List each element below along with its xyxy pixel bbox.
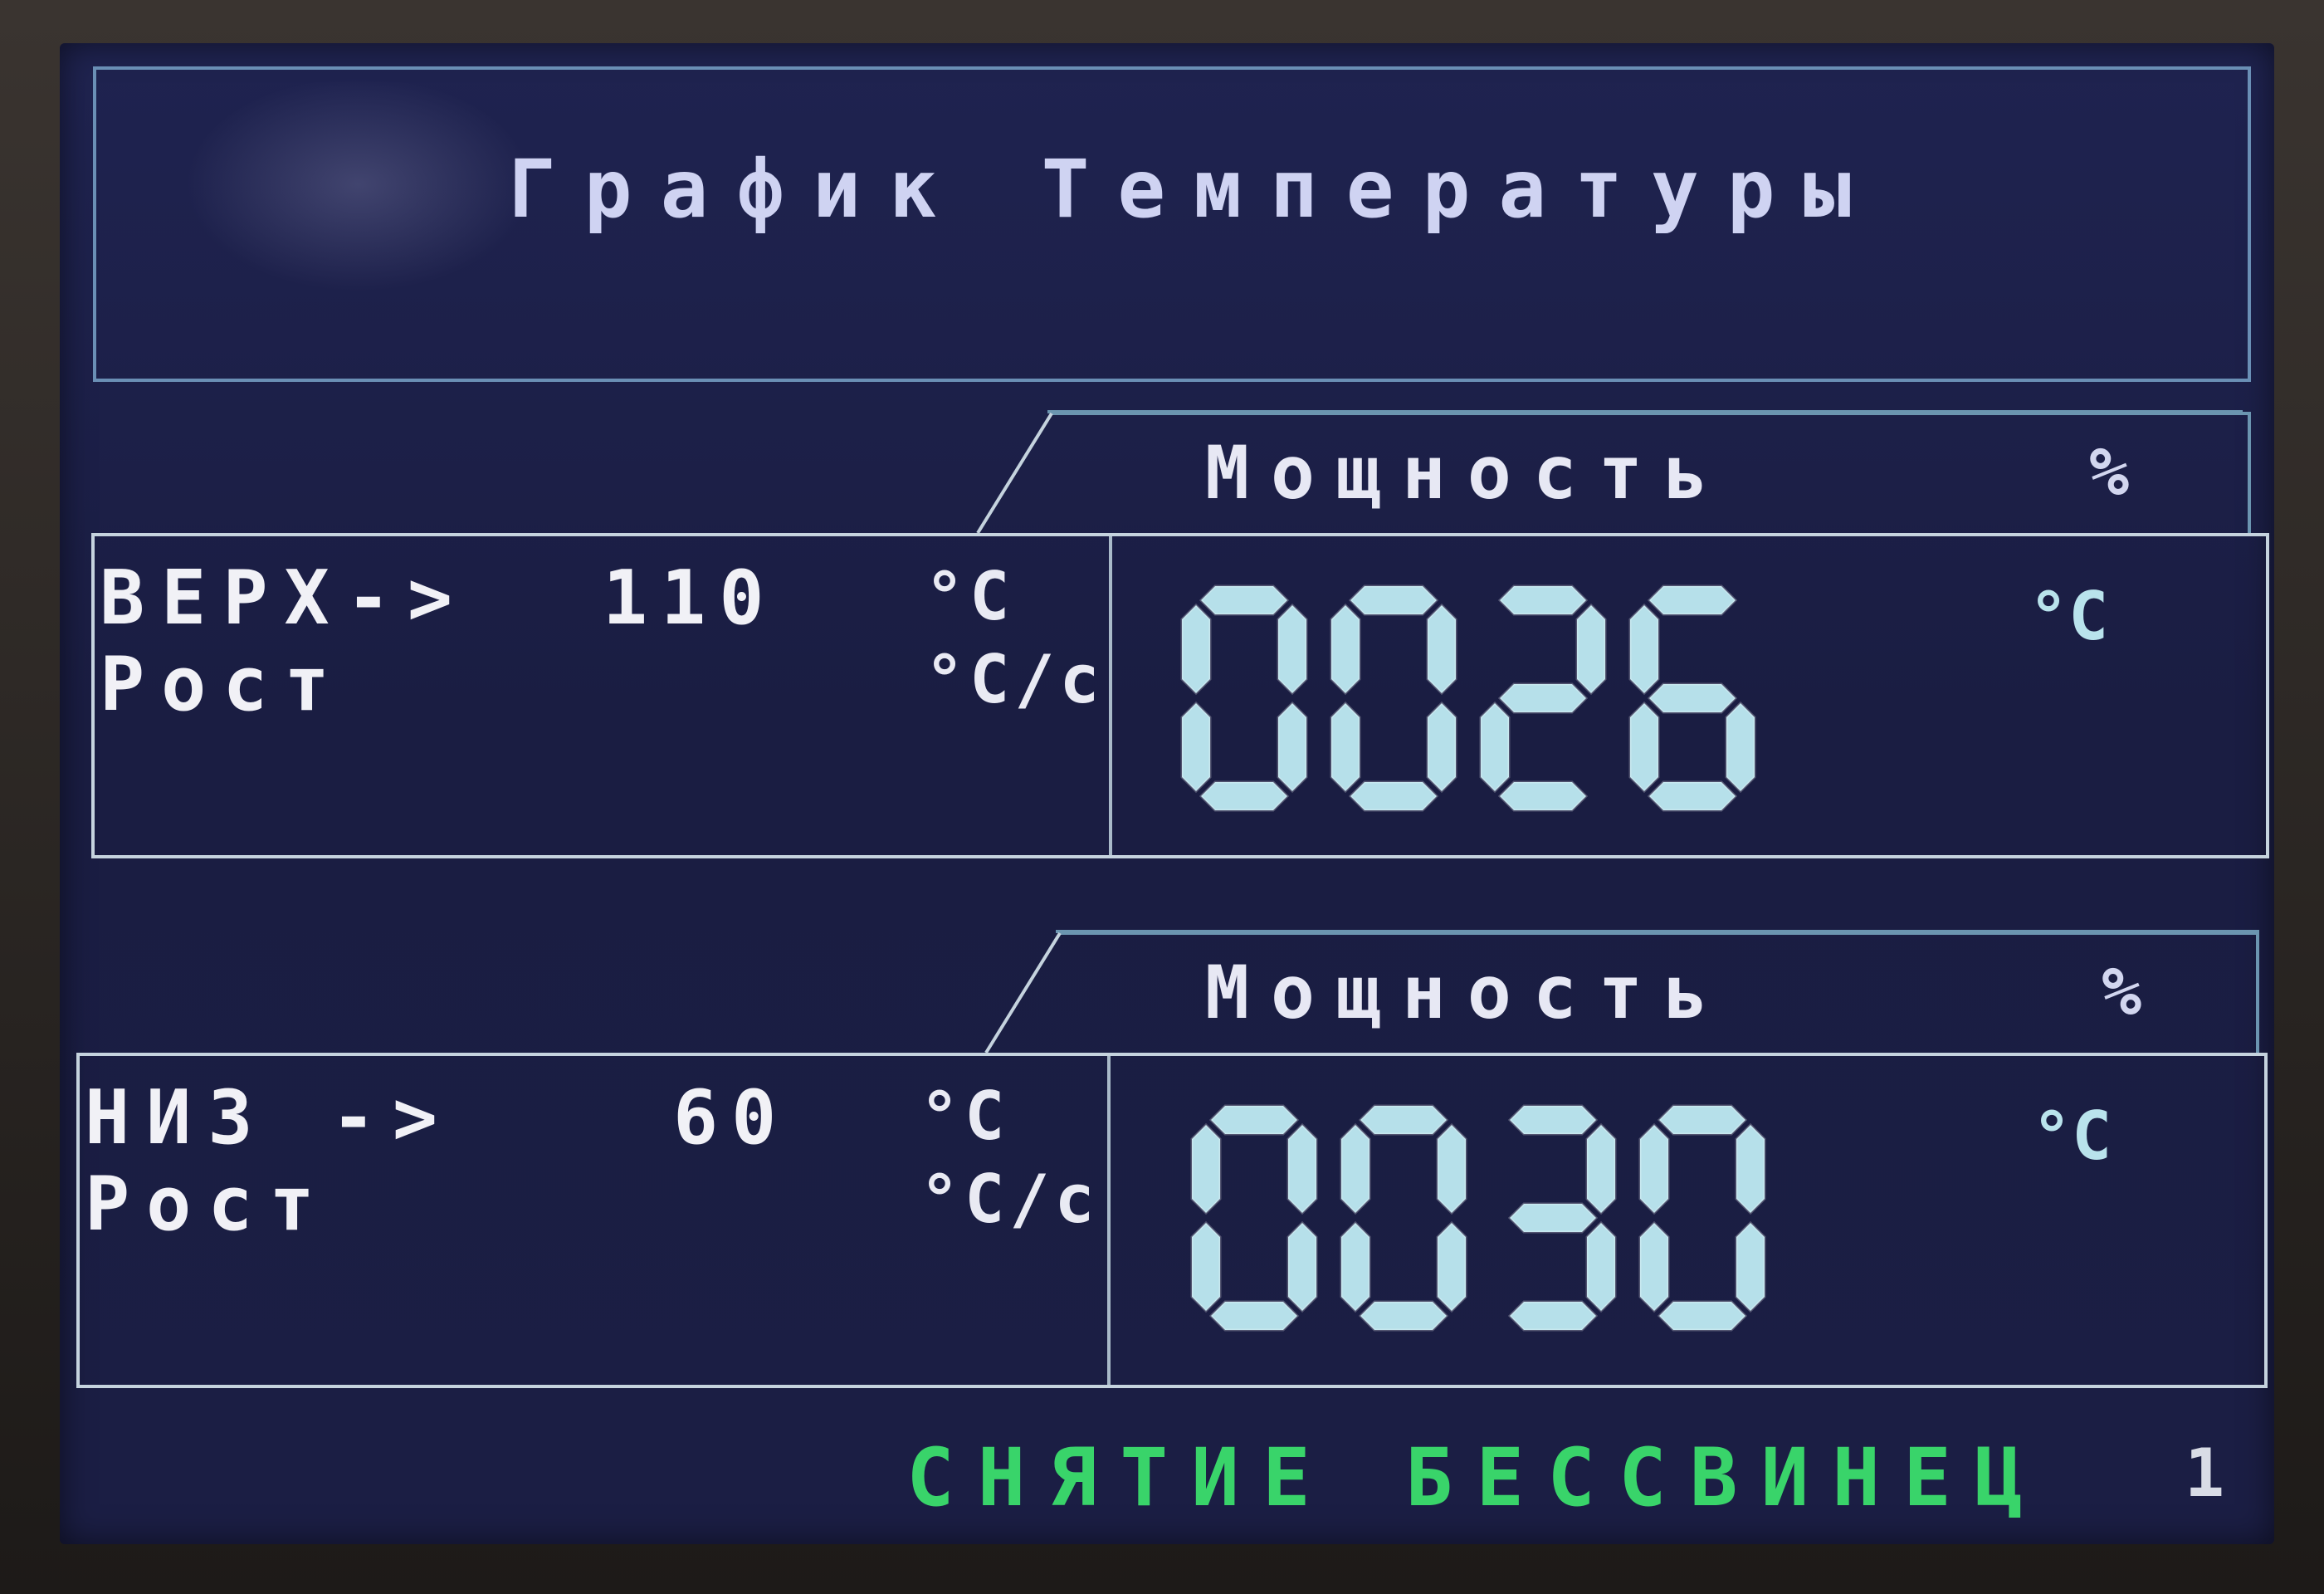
segment-digit (1628, 584, 1756, 812)
power-label-top: Мощность (1205, 430, 1730, 516)
segment-digit (1638, 1104, 1766, 1332)
power-unit-bottom: % (2102, 953, 2142, 1030)
power-unit-top: % (2089, 433, 2130, 511)
zone-panel-bottom[interactable]: НИЗ -> 60 °C Рост °C/с °C (76, 1053, 2268, 1388)
power-label-bottom: Мощность (1205, 950, 1730, 1035)
display-unit-top: °C (2029, 578, 2109, 655)
zone-setpoint-bottom[interactable]: 60 (673, 1074, 789, 1161)
zone-panel-top-divider (1109, 536, 1112, 855)
segment-digit (1330, 584, 1457, 812)
zone-rate-label-bottom: Рост (85, 1161, 331, 1248)
segment-digit (1190, 1104, 1318, 1332)
zone-setpoint-unit-top: °C (925, 558, 1015, 635)
segment-digit (1479, 584, 1607, 812)
zone-panel-bottom-divider (1107, 1056, 1111, 1385)
seven-seg-display-bottom (1190, 1104, 1766, 1332)
profile-number[interactable]: 1 (2185, 1435, 2224, 1512)
zone-rate-unit-top: °C/с (925, 641, 1105, 718)
zone-rate-label-top: Рост (100, 641, 346, 728)
segment-digit (1507, 1104, 1617, 1332)
zone-name-top: ВЕРХ-> (100, 555, 470, 642)
status-message: СНЯТИЕ БЕССВИНЕЦ (906, 1431, 2046, 1524)
zone-rate-unit-bottom: °C/с (920, 1161, 1100, 1238)
zone-name-bottom: НИЗ -> (85, 1074, 455, 1161)
segment-digit (1180, 584, 1308, 812)
display-unit-bottom: °C (2032, 1098, 2112, 1175)
seven-seg-display-top (1180, 584, 1756, 812)
power-header-bottom: Мощность % (981, 931, 2259, 1054)
zone-setpoint-top[interactable]: 110 (603, 555, 778, 642)
zone-panel-top[interactable]: ВЕРХ-> 110 °C Рост °C/с °C (91, 533, 2269, 858)
zone-setpoint-unit-bottom: °C (920, 1078, 1010, 1155)
hmi-screen: График Температуры Мощность % ВЕРХ-> 110… (60, 43, 2274, 1544)
power-header-top: Мощность % (973, 412, 2251, 535)
screen-title: График Температуры (508, 143, 1880, 236)
segment-digit (1340, 1104, 1467, 1332)
